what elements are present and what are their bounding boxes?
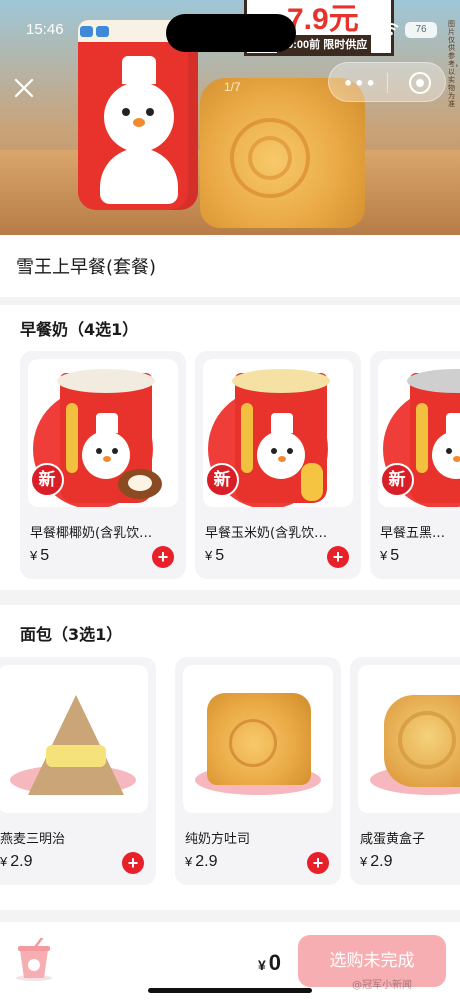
battery-indicator: 76	[405, 22, 437, 38]
product-title: 雪王上早餐(套餐)	[16, 257, 157, 278]
black-grain-milk-image: 新	[378, 359, 460, 507]
coconut-milk-image: 新	[28, 359, 178, 507]
camera-notch	[166, 14, 296, 52]
bread-option-card[interactable]: 燕麦三明治 ¥2.9 +	[0, 657, 156, 885]
add-coconut-milk-button[interactable]: +	[152, 546, 174, 568]
wifi-icon	[383, 23, 399, 36]
cup-cart-icon[interactable]	[14, 938, 54, 982]
bread-section-title: 面包（3选1）	[20, 625, 123, 644]
hero-fine-print: 图片仅供参考，以实物为准	[448, 20, 460, 108]
milk-section: 早餐奶（4选1） 新 早餐椰椰奶(含乳饮… ¥5 + 新 早餐玉米奶(含乳饮… …	[0, 305, 460, 590]
bread-option-card[interactable]: 纯奶方吐司 ¥2.9 +	[175, 657, 341, 885]
milk-item-price: ¥5	[30, 547, 50, 564]
new-badge: 新	[380, 463, 414, 497]
milk-item-name: 早餐五黑…	[380, 526, 446, 541]
bread-item-name: 纯奶方吐司	[185, 832, 251, 847]
milk-option-card[interactable]: 新 早餐五黑… ¥5	[370, 351, 460, 579]
add-corn-milk-button[interactable]: +	[327, 546, 349, 568]
bread-option-card[interactable]: 咸蛋黄盒子 ¥2.9	[350, 657, 460, 885]
miniprogram-capsule: •••	[328, 62, 446, 102]
image-counter: 1/7	[224, 80, 241, 94]
oat-sandwich-image	[0, 665, 148, 813]
coconut-icon	[118, 469, 162, 499]
exit-miniprogram-icon[interactable]	[409, 72, 431, 94]
add-milk-toast-button[interactable]: +	[307, 852, 329, 874]
home-indicator[interactable]	[148, 988, 312, 993]
watermark-text: @冠军小新闻	[352, 980, 412, 991]
more-icon[interactable]: •••	[343, 74, 377, 93]
new-badge: 新	[30, 463, 64, 497]
milk-item-name: 早餐玉米奶(含乳饮…	[205, 526, 328, 541]
promo-price: 7.9元	[287, 3, 359, 36]
bread-item-name: 燕麦三明治	[0, 832, 66, 847]
milk-item-price: ¥5	[205, 547, 225, 564]
corn-milk-image: 新	[203, 359, 353, 507]
status-app-icons	[80, 22, 112, 37]
bread-item-price: ¥2.9	[0, 853, 33, 870]
milk-option-card[interactable]: 新 早餐椰椰奶(含乳饮… ¥5 +	[20, 351, 186, 579]
bread-section: 面包（3选1） 燕麦三明治 ¥2.9 + 纯奶方吐司 ¥2.9 + 咸蛋黄盒子 …	[0, 605, 460, 910]
bread-item-name: 咸蛋黄盒子	[360, 832, 426, 847]
close-icon[interactable]	[10, 74, 38, 102]
add-oat-sandwich-button[interactable]: +	[122, 852, 144, 874]
bread-item-price: ¥2.9	[185, 853, 218, 870]
product-title-bar: 雪王上早餐(套餐)	[0, 235, 460, 297]
page: 7.9元 10:00前 限时供应 图片仅供参考，以实物为准 15:46 76 1…	[0, 0, 460, 1000]
milk-item-price: ¥5	[380, 547, 400, 564]
milk-item-name: 早餐椰椰奶(含乳饮…	[30, 526, 153, 541]
corn-icon	[301, 463, 323, 501]
milk-option-card[interactable]: 新 早餐玉米奶(含乳饮… ¥5 +	[195, 351, 361, 579]
new-badge: 新	[205, 463, 239, 497]
milk-toast-image	[183, 665, 333, 813]
egg-yolk-box-image	[358, 665, 460, 813]
bread-item-price: ¥2.9	[360, 853, 393, 870]
cart-total: ¥0	[258, 950, 282, 975]
status-time: 15:46	[26, 21, 64, 38]
milk-section-title: 早餐奶（4选1）	[20, 320, 139, 339]
